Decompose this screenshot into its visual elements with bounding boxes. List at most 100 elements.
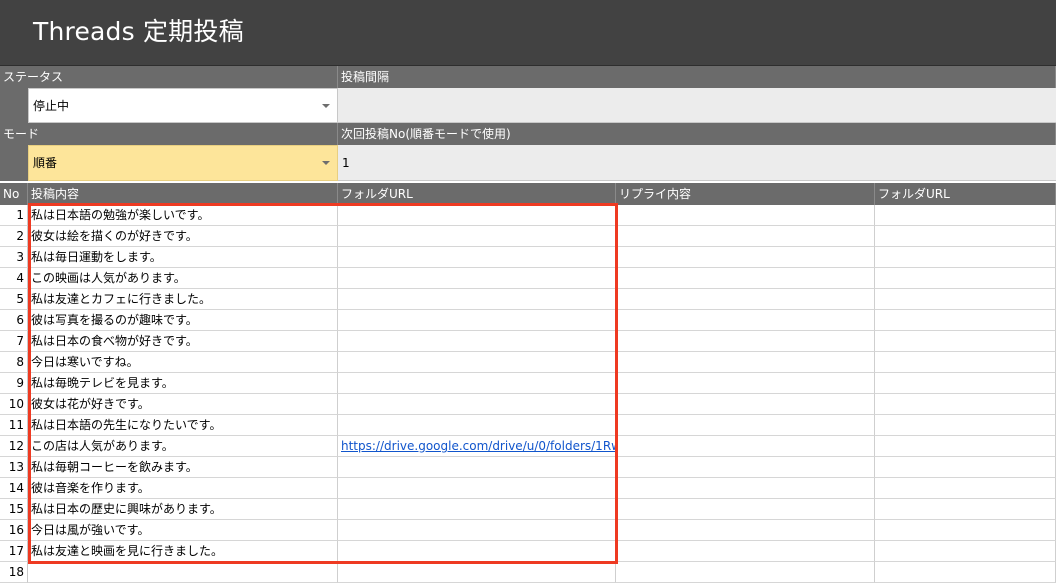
reply-content-cell[interactable] [616, 457, 875, 478]
reply-content-cell[interactable] [616, 394, 875, 415]
reply-folder-url-cell[interactable] [875, 541, 1056, 562]
post-content-cell[interactable]: 私は友達とカフェに行きました。 [28, 289, 338, 310]
reply-content-cell[interactable] [616, 478, 875, 499]
folder-url-cell[interactable] [338, 247, 616, 268]
row-number: 6 [0, 310, 28, 331]
reply-content-cell[interactable] [616, 520, 875, 541]
cell-text: 彼女は絵を描くのが好きです。 [31, 229, 198, 243]
row-number: 12 [0, 436, 28, 457]
folder-url-cell[interactable] [338, 562, 616, 583]
folder-url-cell[interactable] [338, 499, 616, 520]
folder-url-cell[interactable] [338, 310, 616, 331]
post-content-cell[interactable] [28, 562, 338, 583]
reply-content-cell[interactable] [616, 499, 875, 520]
reply-content-cell[interactable] [616, 268, 875, 289]
reply-folder-url-cell[interactable] [875, 436, 1056, 457]
folder-url-cell[interactable] [338, 331, 616, 352]
row-number: 14 [0, 478, 28, 499]
cell-text: この店は人気があります。 [31, 439, 174, 453]
cell-text: 今日は風が強いです。 [31, 523, 150, 537]
reply-folder-url-cell[interactable] [875, 247, 1056, 268]
row-number: 2 [0, 226, 28, 247]
folder-url-cell[interactable] [338, 226, 616, 247]
folder-url-cell[interactable] [338, 205, 616, 226]
reply-content-cell[interactable] [616, 289, 875, 310]
post-content-cell[interactable]: 彼女は絵を描くのが好きです。 [28, 226, 338, 247]
cell-text: 彼は写真を撮るのが趣味です。 [31, 313, 198, 327]
reply-content-cell[interactable] [616, 415, 875, 436]
row-number: 16 [0, 520, 28, 541]
cell-text: この映画は人気があります。 [31, 271, 186, 285]
post-content-cell[interactable]: 今日は風が強いです。 [28, 520, 338, 541]
status-value: 停止中 [33, 99, 70, 113]
post-content-cell[interactable]: 私は日本の歴史に興味があります。 [28, 499, 338, 520]
post-content-cell[interactable]: 彼女は花が好きです。 [28, 394, 338, 415]
reply-folder-url-cell[interactable] [875, 394, 1056, 415]
reply-content-cell[interactable] [616, 352, 875, 373]
post-content-cell[interactable]: この映画は人気があります。 [28, 268, 338, 289]
reply-folder-url-cell[interactable] [875, 352, 1056, 373]
folder-url-cell[interactable] [338, 478, 616, 499]
reply-folder-url-cell[interactable] [875, 520, 1056, 541]
chevron-down-icon [322, 161, 330, 165]
reply-content-cell[interactable] [616, 541, 875, 562]
reply-folder-url-cell[interactable] [875, 268, 1056, 289]
post-content-cell[interactable]: この店は人気があります。 [28, 436, 338, 457]
post-content-cell[interactable]: 彼は音楽を作ります。 [28, 478, 338, 499]
reply-folder-url-cell[interactable] [875, 478, 1056, 499]
next-post-input[interactable]: 1 [338, 145, 1056, 181]
folder-link[interactable]: https://drive.google.com/drive/u/0/folde… [341, 439, 615, 453]
row-number: 13 [0, 457, 28, 478]
reply-folder-url-cell[interactable] [875, 310, 1056, 331]
reply-content-cell[interactable] [616, 226, 875, 247]
title-bar: Threads 定期投稿 [0, 0, 1056, 66]
folder-url-cell[interactable] [338, 415, 616, 436]
cell-text: 私は日本の食べ物が好きです。 [31, 334, 198, 348]
post-content-cell[interactable]: 私は日本語の先生になりたいです。 [28, 415, 338, 436]
post-content-cell[interactable]: 彼は写真を撮るのが趣味です。 [28, 310, 338, 331]
folder-url-cell[interactable] [338, 520, 616, 541]
reply-content-cell[interactable] [616, 310, 875, 331]
folder-url-cell[interactable] [338, 394, 616, 415]
reply-folder-url-cell[interactable] [875, 373, 1056, 394]
row-number: 10 [0, 394, 28, 415]
reply-folder-url-cell[interactable] [875, 457, 1056, 478]
reply-folder-url-cell[interactable] [875, 562, 1056, 583]
post-content-cell[interactable]: 私は毎日運動をします。 [28, 247, 338, 268]
folder-url-cell[interactable] [338, 457, 616, 478]
reply-content-cell[interactable] [616, 562, 875, 583]
reply-folder-url-cell[interactable] [875, 205, 1056, 226]
post-content-cell[interactable]: 私は日本語の勉強が楽しいです。 [28, 205, 338, 226]
cell-text: 彼は音楽を作ります。 [31, 481, 150, 495]
interval-input[interactable] [338, 88, 1056, 123]
reply-content-cell[interactable] [616, 205, 875, 226]
cell-text: 私は日本語の勉強が楽しいです。 [31, 208, 210, 222]
mode-label: モード [0, 123, 338, 145]
reply-folder-url-cell[interactable] [875, 289, 1056, 310]
column-header-folder-url: フォルダURL [338, 183, 616, 205]
column-header-reply-folder-url: フォルダURL [875, 183, 1056, 205]
reply-folder-url-cell[interactable] [875, 226, 1056, 247]
row-number: 9 [0, 373, 28, 394]
folder-url-cell[interactable] [338, 289, 616, 310]
post-content-cell[interactable]: 私は日本の食べ物が好きです。 [28, 331, 338, 352]
reply-content-cell[interactable] [616, 247, 875, 268]
reply-content-cell[interactable] [616, 331, 875, 352]
post-content-cell[interactable]: 今日は寒いですね。 [28, 352, 338, 373]
post-content-cell[interactable]: 私は毎朝コーヒーを飲みます。 [28, 457, 338, 478]
mode-dropdown[interactable]: 順番 [28, 145, 338, 181]
reply-folder-url-cell[interactable] [875, 331, 1056, 352]
folder-url-cell[interactable]: https://drive.google.com/drive/u/0/folde… [338, 436, 616, 457]
row-number: 18 [0, 562, 28, 583]
folder-url-cell[interactable] [338, 352, 616, 373]
reply-folder-url-cell[interactable] [875, 499, 1056, 520]
status-dropdown[interactable]: 停止中 [28, 88, 338, 123]
reply-folder-url-cell[interactable] [875, 415, 1056, 436]
reply-content-cell[interactable] [616, 373, 875, 394]
post-content-cell[interactable]: 私は友達と映画を見に行きました。 [28, 541, 338, 562]
post-content-cell[interactable]: 私は毎晩テレビを見ます。 [28, 373, 338, 394]
reply-content-cell[interactable] [616, 436, 875, 457]
folder-url-cell[interactable] [338, 541, 616, 562]
folder-url-cell[interactable] [338, 268, 616, 289]
folder-url-cell[interactable] [338, 373, 616, 394]
